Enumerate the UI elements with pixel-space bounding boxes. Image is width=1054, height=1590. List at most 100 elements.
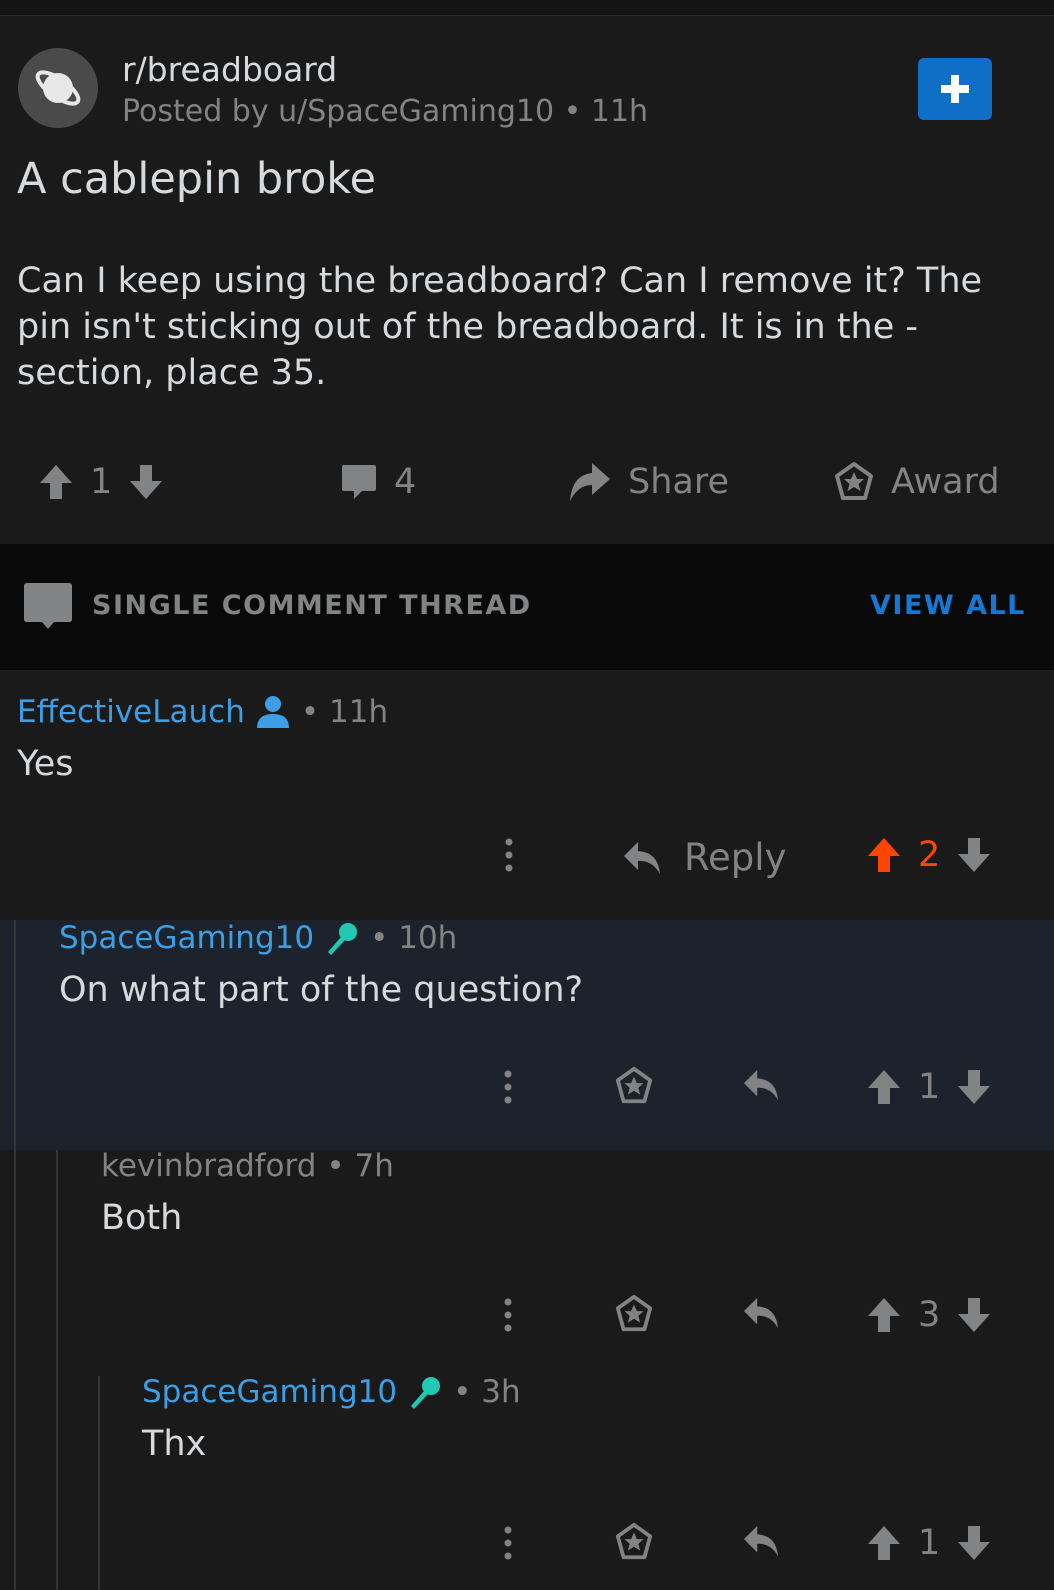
comment-author[interactable]: SpaceGaming10 xyxy=(142,1374,397,1410)
reply-arrow-icon xyxy=(744,1525,778,1557)
comment-count: 4 xyxy=(394,462,417,502)
microphone-icon xyxy=(328,923,358,955)
vertical-dots-icon xyxy=(504,1298,512,1332)
comment-author[interactable]: kevinbradford xyxy=(101,1148,316,1184)
downvote-button[interactable] xyxy=(956,1068,992,1106)
comment-text: Yes xyxy=(17,744,74,784)
comment-text: Both xyxy=(101,1198,183,1238)
thread-line[interactable] xyxy=(14,920,16,1150)
thread-label: SINGLE COMMENT THREAD xyxy=(92,590,532,621)
arrow-down-icon xyxy=(958,1526,991,1560)
comments-button[interactable]: 4 xyxy=(340,452,416,512)
plus-icon xyxy=(941,75,969,103)
comment-vote-group: 1 xyxy=(866,1067,992,1107)
star-badge-icon xyxy=(835,462,873,500)
arrow-down-icon xyxy=(958,1298,991,1332)
award-button[interactable] xyxy=(614,1066,654,1106)
reply-button[interactable] xyxy=(742,1524,780,1558)
award-label: Award xyxy=(891,462,1000,502)
thread-line[interactable] xyxy=(14,1150,16,1590)
more-options-button[interactable] xyxy=(504,838,514,872)
arrow-down-icon xyxy=(958,1070,991,1104)
post-body-line: Can I keep using the breadboard? Can I r… xyxy=(17,261,983,301)
arrow-up-icon xyxy=(868,1298,900,1332)
thread-line[interactable] xyxy=(56,1150,58,1590)
arrow-up-icon xyxy=(868,1070,900,1104)
share-arrow-icon xyxy=(570,463,610,501)
vertical-dots-icon xyxy=(504,1070,512,1104)
comment-text: On what part of the question? xyxy=(59,970,584,1010)
person-icon xyxy=(256,696,289,728)
reply-button[interactable]: Reply xyxy=(622,836,786,879)
post-title: A cablepin broke xyxy=(17,154,377,204)
reply-button[interactable] xyxy=(742,1068,780,1102)
upvote-button[interactable] xyxy=(866,1068,902,1106)
post-meta: Posted by u/SpaceGaming10 • 11h xyxy=(122,94,649,129)
star-badge-icon xyxy=(615,1294,653,1332)
comment-time: • 10h xyxy=(370,920,458,956)
more-options-button[interactable] xyxy=(503,1070,513,1104)
comment-vote-group: 2 xyxy=(866,835,992,875)
reply-arrow-icon xyxy=(744,1069,778,1101)
arrow-up-icon xyxy=(868,838,900,872)
star-badge-icon xyxy=(615,1066,653,1104)
subreddit-avatar[interactable] xyxy=(18,48,98,128)
comment-author[interactable]: SpaceGaming10 xyxy=(59,920,314,956)
award-button[interactable] xyxy=(614,1294,654,1334)
comment-header: kevinbradford • 7h xyxy=(101,1148,394,1184)
comment-time: • 11h xyxy=(300,694,389,730)
more-options-button[interactable] xyxy=(503,1298,513,1332)
comment-header: EffectiveLauch • 11h xyxy=(17,694,388,730)
post-vote-group: 1 xyxy=(38,452,164,512)
comment-time: • 3h xyxy=(453,1374,521,1410)
share-label: Share xyxy=(628,462,730,502)
reply-label: Reply xyxy=(684,836,787,879)
share-button[interactable]: Share xyxy=(568,452,729,512)
post-body-line: section, place 35. xyxy=(17,353,327,393)
view-all-link[interactable]: VIEW ALL xyxy=(870,590,1026,621)
microphone-icon xyxy=(411,1377,441,1409)
comment-score: 3 xyxy=(918,1295,941,1335)
upvote-button[interactable] xyxy=(866,1524,902,1562)
comment-header: SpaceGaming10 • 3h xyxy=(142,1374,521,1410)
award-button[interactable] xyxy=(614,1522,654,1562)
downvote-button[interactable] xyxy=(128,463,164,501)
comment-header: SpaceGaming10 • 10h xyxy=(59,920,457,956)
join-button[interactable] xyxy=(918,58,992,120)
comment-text: Thx xyxy=(142,1424,207,1464)
post-body-line: pin isn't sticking out of the breadboard… xyxy=(17,307,919,347)
comment-score: 2 xyxy=(918,835,941,875)
speech-bubble-icon xyxy=(342,465,376,499)
speech-bubble-icon xyxy=(22,581,74,635)
thread-line[interactable] xyxy=(98,1376,100,1590)
star-badge-icon xyxy=(615,1522,653,1560)
arrow-down-icon xyxy=(130,465,163,499)
post-body: Can I keep using the breadboard? Can I r… xyxy=(17,258,1027,396)
more-options-button[interactable] xyxy=(503,1526,513,1560)
arrow-up-icon xyxy=(40,465,72,499)
comment-vote-group: 3 xyxy=(866,1295,992,1335)
downvote-button[interactable] xyxy=(956,1524,992,1562)
reply-arrow-icon xyxy=(624,841,660,874)
comment-score: 1 xyxy=(918,1067,941,1107)
downvote-button[interactable] xyxy=(956,836,992,874)
planet-icon xyxy=(35,70,81,106)
upvote-button[interactable] xyxy=(866,1296,902,1334)
comment-vote-group: 1 xyxy=(866,1523,992,1563)
downvote-button[interactable] xyxy=(956,1296,992,1334)
reply-arrow-icon xyxy=(744,1297,778,1329)
vertical-dots-icon xyxy=(504,1526,512,1560)
arrow-down-icon xyxy=(958,838,991,872)
award-button[interactable]: Award xyxy=(833,452,1000,512)
comment-time: • 7h xyxy=(326,1148,394,1184)
subreddit-name[interactable]: r/breadboard xyxy=(122,50,337,89)
top-strip xyxy=(0,0,1054,16)
upvote-button[interactable] xyxy=(38,463,74,501)
arrow-up-icon xyxy=(868,1526,900,1560)
comment-score: 1 xyxy=(918,1523,941,1563)
post-score: 1 xyxy=(90,462,113,502)
comment-author[interactable]: EffectiveLauch xyxy=(17,694,245,730)
reply-button[interactable] xyxy=(742,1296,780,1330)
vertical-dots-icon xyxy=(505,838,513,872)
upvote-button[interactable] xyxy=(866,836,902,874)
